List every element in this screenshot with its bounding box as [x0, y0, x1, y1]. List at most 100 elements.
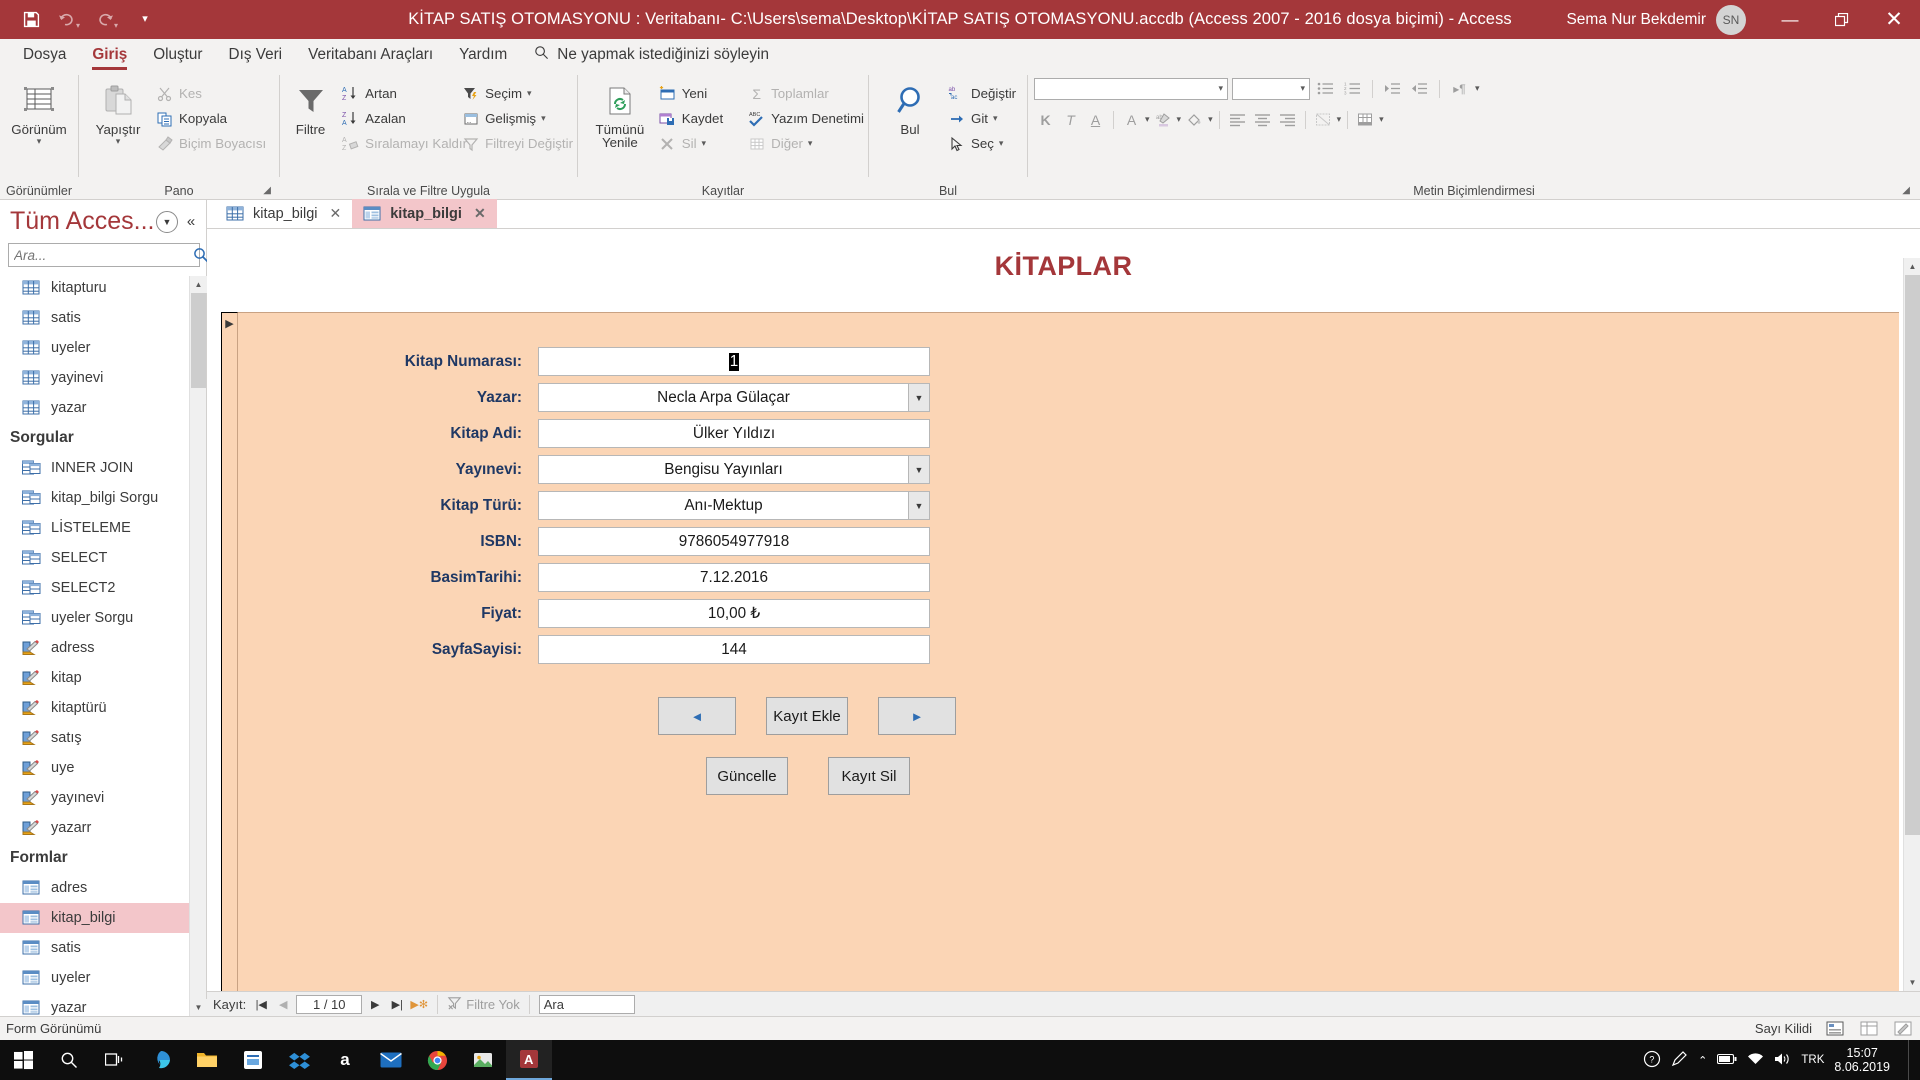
align-right-button[interactable]: [1276, 108, 1299, 131]
amazon-icon[interactable]: a: [322, 1040, 368, 1080]
close-button[interactable]: ✕: [1868, 0, 1920, 39]
chevron-down-icon[interactable]: ▾: [1145, 115, 1150, 124]
nav-item-report-kitaptürü[interactable]: kitaptürü: [0, 693, 206, 723]
add-record-button[interactable]: Kayıt Ekle: [766, 697, 848, 735]
combobox-kitap-türü[interactable]: Anı-Mektup ▼: [538, 491, 930, 520]
nav-item-report-satış[interactable]: satış: [0, 723, 206, 753]
chevron-down-icon[interactable]: ▾: [1337, 115, 1342, 124]
nav-item-query-uyeler-sorgu[interactable]: uyeler Sorgu: [0, 603, 206, 633]
nav-group-formlar[interactable]: Formlar«: [0, 843, 206, 873]
copy-button[interactable]: Kopyala: [151, 107, 270, 130]
tab-veritabani-araclari[interactable]: Veritabanı Araçları: [295, 39, 446, 70]
chevron-down-icon[interactable]: ▾: [541, 114, 546, 123]
nav-item-query-select[interactable]: SELECT: [0, 543, 206, 573]
scrollbar-thumb[interactable]: [191, 293, 206, 388]
gridlines-button[interactable]: [1354, 108, 1377, 131]
chrome-icon[interactable]: [414, 1040, 460, 1080]
access-icon[interactable]: A: [506, 1040, 552, 1080]
save-icon[interactable]: [14, 5, 48, 35]
clock[interactable]: 15:07 8.06.2019: [1834, 1046, 1898, 1074]
redo-icon[interactable]: ▾: [90, 5, 124, 35]
scroll-up-arrow-icon[interactable]: ▲: [190, 276, 207, 293]
bullet-list-button[interactable]: [1314, 77, 1337, 100]
volume-icon[interactable]: [1774, 1052, 1791, 1069]
nav-item-report-kitap[interactable]: kitap: [0, 663, 206, 693]
close-icon[interactable]: ✕: [470, 205, 486, 222]
chevron-down-icon[interactable]: ▾: [808, 139, 813, 148]
chevron-down-icon[interactable]: ▾: [37, 137, 42, 146]
chevron-down-icon[interactable]: ▾: [1475, 84, 1480, 93]
nav-item-table-kitapturu[interactable]: kitapturu: [0, 273, 206, 303]
textbox-fiyat[interactable]: 10,00 ₺: [538, 599, 930, 628]
document-tab-table[interactable]: kitap_bilgi ✕: [215, 199, 352, 228]
microsoft-store-icon[interactable]: [230, 1040, 276, 1080]
nav-item-table-yazar[interactable]: yazar: [0, 393, 206, 423]
nav-item-query-inner-join[interactable]: INNER JOIN: [0, 453, 206, 483]
restore-button[interactable]: [1816, 0, 1868, 39]
font-size-select[interactable]: ▾: [1232, 77, 1310, 100]
decrease-indent-button[interactable]: [1408, 77, 1431, 100]
select-button[interactable]: Seç ▾: [943, 132, 1020, 155]
form-vertical-scrollbar[interactable]: ▲ ▼: [1903, 258, 1920, 991]
increase-indent-button[interactable]: [1381, 77, 1404, 100]
task-view-icon[interactable]: [92, 1040, 138, 1080]
refresh-all-button[interactable]: Tümünü Yenile: [586, 77, 654, 149]
show-hidden-icons-icon[interactable]: ⌃: [1698, 1054, 1707, 1067]
numbered-list-button[interactable]: 123: [1341, 77, 1364, 100]
chevron-down-icon[interactable]: ▾: [1177, 115, 1182, 124]
more-button[interactable]: Diğer ▾: [743, 132, 868, 155]
nav-pane-scrollbar[interactable]: ▲ ▼: [189, 276, 207, 1016]
dialog-launcher-icon[interactable]: ◢: [1902, 185, 1910, 196]
font-name-select[interactable]: ▾: [1034, 77, 1228, 100]
design-view-button[interactable]: [1892, 1020, 1914, 1038]
bold-button[interactable]: K: [1034, 108, 1057, 131]
file-explorer-icon[interactable]: [184, 1040, 230, 1080]
alternate-row-color-button[interactable]: [1312, 108, 1335, 131]
align-center-button[interactable]: [1251, 108, 1274, 131]
pen-icon[interactable]: [1671, 1050, 1688, 1070]
photos-icon[interactable]: [460, 1040, 506, 1080]
update-button[interactable]: Güncelle: [706, 757, 788, 795]
replace-button[interactable]: ab ac Değiştir: [943, 82, 1020, 105]
find-button[interactable]: Bul: [877, 77, 943, 136]
textbox-kitap-adi[interactable]: Ülker Yıldızı: [538, 419, 930, 448]
network-icon[interactable]: [1747, 1052, 1764, 1069]
layout-view-button[interactable]: [1858, 1020, 1880, 1038]
font-color-button[interactable]: A: [1120, 108, 1143, 131]
search-icon[interactable]: [46, 1040, 92, 1080]
chevron-down-icon[interactable]: ▾: [1218, 84, 1223, 93]
filter-button[interactable]: Filtre: [284, 77, 337, 136]
goto-button[interactable]: Git ▾: [943, 107, 1020, 130]
form-view-button[interactable]: [1824, 1020, 1846, 1038]
totals-button[interactable]: Σ Toplamlar: [743, 82, 868, 105]
edge-browser-icon[interactable]: [138, 1040, 184, 1080]
record-search-input[interactable]: Ara: [538, 994, 635, 1014]
language-icon[interactable]: TRK: [1801, 1054, 1824, 1066]
nav-item-form-uyeler[interactable]: uyeler: [0, 963, 206, 993]
delete-record-button[interactable]: Sil ▾: [654, 132, 743, 155]
chevron-down-icon[interactable]: ▾: [116, 137, 121, 146]
scroll-down-arrow-icon[interactable]: ▼: [190, 999, 207, 1016]
textbox-sayfasayisi[interactable]: 144: [538, 635, 930, 664]
underline-button[interactable]: A: [1084, 108, 1107, 131]
chevron-down-icon[interactable]: ▼: [156, 210, 178, 233]
battery-icon[interactable]: [1717, 1053, 1737, 1068]
start-windows-icon[interactable]: [0, 1040, 46, 1080]
cut-button[interactable]: Kes: [151, 82, 270, 105]
chevron-down-icon[interactable]: ▾: [1300, 84, 1305, 93]
tab-giris[interactable]: Giriş: [79, 39, 140, 70]
chevron-down-icon[interactable]: ▼: [908, 456, 929, 483]
sort-ascending-button[interactable]: AZ Artan: [337, 82, 457, 105]
view-button[interactable]: Görünüm ▾: [6, 77, 72, 146]
customize-qat-icon[interactable]: ▾: [128, 5, 162, 35]
tab-olustur[interactable]: Oluştur: [140, 39, 215, 70]
text-direction-button[interactable]: ▸¶: [1448, 77, 1471, 100]
show-desktop-button[interactable]: [1908, 1040, 1916, 1080]
nav-item-report-uye[interactable]: uye: [0, 753, 206, 783]
last-record-icon[interactable]: ▶|: [388, 998, 406, 1011]
spelling-button[interactable]: ABC Yazım Denetimi: [743, 107, 868, 130]
combobox-yayınevi[interactable]: Bengisu Yayınları ▼: [538, 455, 930, 484]
italic-button[interactable]: T: [1059, 108, 1082, 131]
nav-item-query-li̇steleme[interactable]: LİSTELEME: [0, 513, 206, 543]
nav-item-table-satis[interactable]: satis: [0, 303, 206, 333]
